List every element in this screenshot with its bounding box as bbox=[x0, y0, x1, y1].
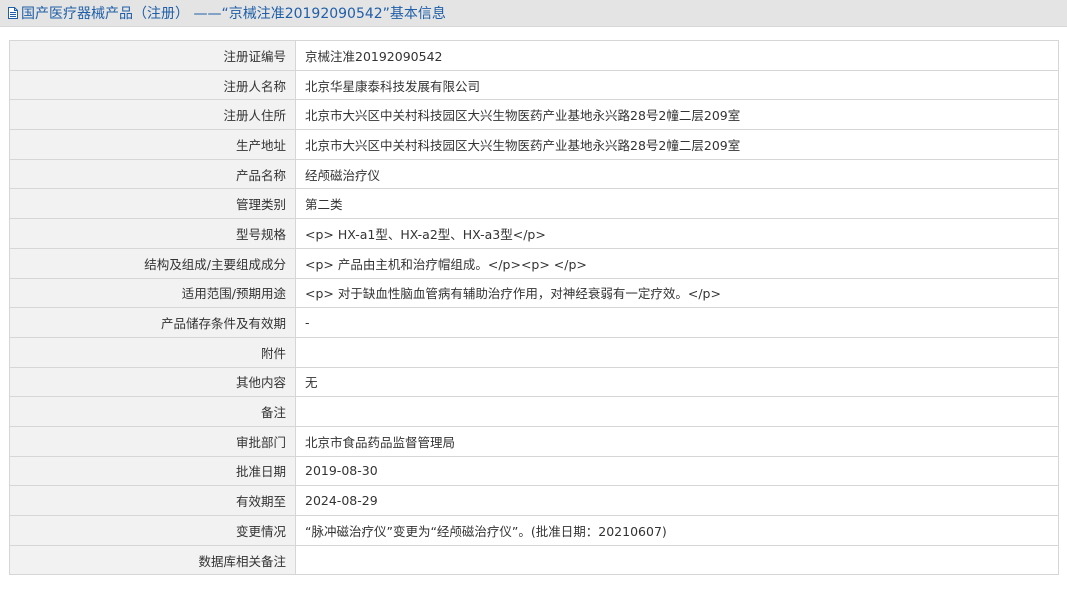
info-table-body: 注册证编号 京械注准20192090542 注册人名称 北京华星康泰科技发展有限公司注… bbox=[9, 40, 1059, 576]
table-row: 变更情况 “脉冲磁治疗仪”变更为“经颅磁治疗仪”。(批准日期：20210607) bbox=[9, 515, 1059, 546]
table-row: 有效期至 2024-08-29 bbox=[9, 485, 1059, 516]
row-label: 管理类别 bbox=[9, 188, 296, 220]
row-value bbox=[295, 396, 1059, 427]
page-title: 国产医疗器械产品（注册） ——“京械注准20192090542”基本信息 bbox=[21, 6, 446, 22]
row-value: 京械注准20192090542 bbox=[295, 40, 1059, 71]
row-label: 产品储存条件及有效期 bbox=[9, 307, 296, 338]
row-value: 北京市大兴区中关村科技园区大兴生物医药产业基地永兴路28号2幢二层209室 bbox=[295, 99, 1059, 131]
row-value: 2019-08-30 bbox=[295, 455, 1059, 487]
row-value: 北京市大兴区中关村科技园区大兴生物医药产业基地永兴路28号2幢二层209室 bbox=[295, 129, 1059, 160]
table-row: 审批部门 北京市食品药品监督管理局 bbox=[9, 425, 1059, 457]
table-row: 结构及组成/主要组成成分 <p> 产品由主机和治疗帽组成。</p><p> </p> bbox=[9, 247, 1059, 279]
table-row: 批准日期 2019-08-30 bbox=[9, 455, 1059, 487]
row-label: 结构及组成/主要组成成分 bbox=[9, 247, 296, 279]
row-value: 经颅磁治疗仪 bbox=[295, 158, 1059, 190]
row-label: 注册证编号 bbox=[9, 40, 296, 71]
row-value: 2024-08-29 bbox=[295, 485, 1059, 516]
row-label: 注册人名称 bbox=[9, 69, 296, 101]
row-label: 数据库相关备注 bbox=[9, 544, 296, 576]
table-row: 其他内容无 bbox=[9, 366, 1059, 398]
table-row: 注册人名称 北京华星康泰科技发展有限公司 bbox=[9, 69, 1059, 101]
table-row: 附件 bbox=[9, 336, 1059, 368]
row-label: 变更情况 bbox=[9, 515, 296, 546]
table-row: 备注 bbox=[9, 396, 1059, 427]
table-row: 生产地址 北京市大兴区中关村科技园区大兴生物医药产业基地永兴路28号2幢二层209… bbox=[9, 129, 1059, 160]
row-label: 产品名称 bbox=[9, 158, 296, 190]
row-label: 生产地址 bbox=[9, 129, 296, 160]
row-value: “脉冲磁治疗仪”变更为“经颅磁治疗仪”。(批准日期：20210607) bbox=[295, 515, 1059, 546]
page-header: 国产医疗器械产品（注册） ——“京械注准20192090542”基本信息 bbox=[0, 0, 1067, 27]
row-value: - bbox=[295, 307, 1059, 338]
row-label: 型号规格 bbox=[9, 218, 296, 249]
row-label: 其他内容 bbox=[9, 366, 296, 398]
row-label: 备注 bbox=[9, 396, 296, 427]
row-value: 北京华星康泰科技发展有限公司 bbox=[295, 69, 1059, 101]
table-row: 产品名称 经颅磁治疗仪 bbox=[9, 158, 1059, 190]
document-icon bbox=[8, 7, 18, 19]
table-row: 型号规格 <p> HX-a1型、HX-a2型、HX-a3型</p> bbox=[9, 218, 1059, 249]
row-label: 附件 bbox=[9, 336, 296, 368]
info-table: 注册证编号 京械注准20192090542 注册人名称 北京华星康泰科技发展有限公司注… bbox=[9, 40, 1059, 576]
table-row: 数据库相关备注 bbox=[9, 544, 1059, 576]
row-label: 批准日期 bbox=[9, 455, 296, 487]
row-value: 北京市食品药品监督管理局 bbox=[295, 425, 1059, 457]
row-value: <p> 产品由主机和治疗帽组成。</p><p> </p> bbox=[295, 247, 1059, 279]
table-row: 注册证编号 京械注准20192090542 bbox=[9, 40, 1059, 71]
table-row: 注册人住所 北京市大兴区中关村科技园区大兴生物医药产业基地永兴路28号2幢二层20… bbox=[9, 99, 1059, 131]
row-value: <p> HX-a1型、HX-a2型、HX-a3型</p> bbox=[295, 218, 1059, 249]
table-row: 产品储存条件及有效期 - bbox=[9, 307, 1059, 338]
row-value: 第二类 bbox=[295, 188, 1059, 220]
row-value: <p> 对于缺血性脑血管病有辅助治疗作用，对神经衰弱有一定疗效。</p> bbox=[295, 277, 1059, 309]
row-value: 无 bbox=[295, 366, 1059, 398]
row-value bbox=[295, 544, 1059, 576]
row-label: 有效期至 bbox=[9, 485, 296, 516]
row-label: 审批部门 bbox=[9, 425, 296, 457]
row-label: 适用范围/预期用途 bbox=[9, 277, 296, 309]
row-value bbox=[295, 336, 1059, 368]
info-table-container: 注册证编号 京械注准20192090542 注册人名称 北京华星康泰科技发展有限公司注… bbox=[9, 40, 1059, 576]
table-row: 管理类别 第二类 bbox=[9, 188, 1059, 220]
row-label: 注册人住所 bbox=[9, 99, 296, 131]
table-row: 适用范围/预期用途 <p> 对于缺血性脑血管病有辅助治疗作用，对神经衰弱有一定疗效… bbox=[9, 277, 1059, 309]
